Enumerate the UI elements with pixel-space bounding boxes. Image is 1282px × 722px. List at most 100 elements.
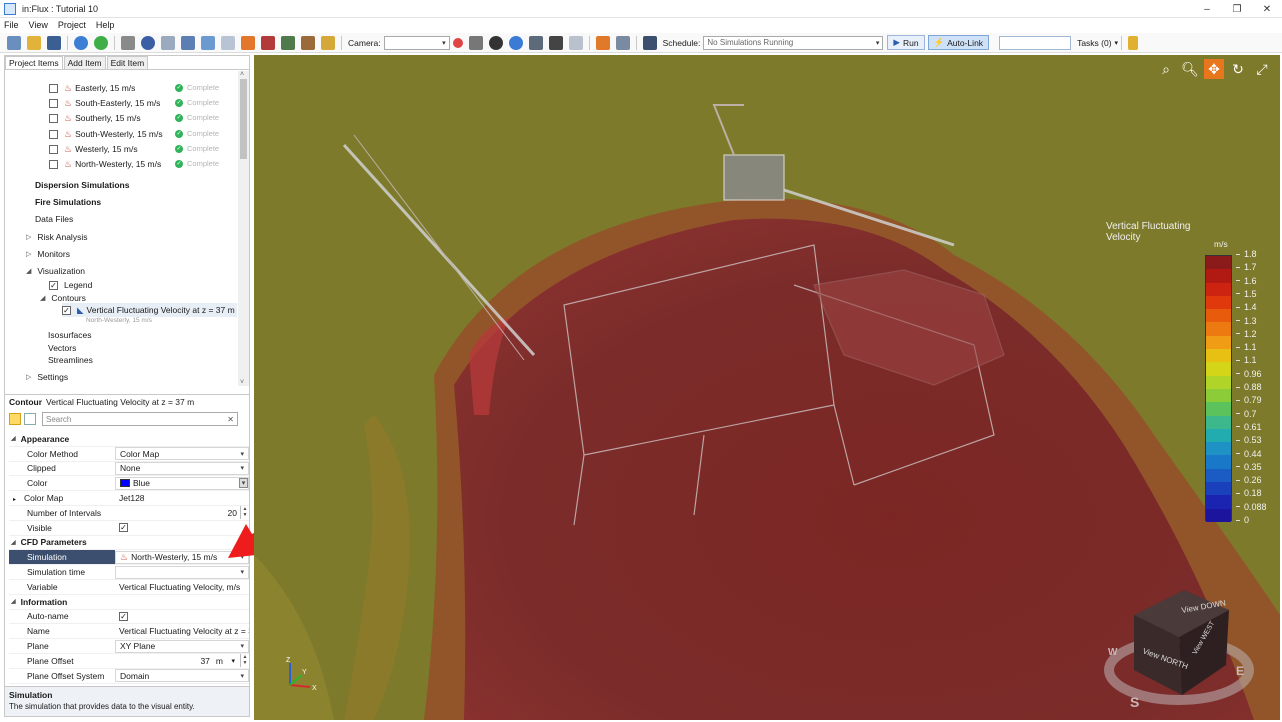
panel-icon[interactable] — [568, 35, 583, 50]
tree-item-data-files[interactable]: Data Files — [35, 212, 73, 226]
autoname-checkbox[interactable]: ✓ — [115, 610, 249, 623]
checkbox[interactable]: ✓ — [62, 305, 71, 315]
chevron-down-icon[interactable]: ▾ — [1115, 39, 1119, 47]
tree-item-simulation[interactable]: ♨ Westerly, 15 m/s — [49, 142, 138, 156]
legend-color-segment — [1206, 362, 1231, 376]
3d-viewport[interactable]: ⌕ 🔍︎ ✥ ↻ ⤢ Vertical Fluctuating Velocity… — [254, 55, 1280, 720]
pan-icon[interactable]: ✥ — [1204, 59, 1224, 79]
alphabetical-view-icon[interactable] — [24, 413, 36, 425]
tree-item-fire[interactable]: Fire Simulations — [35, 195, 101, 209]
shape-icon[interactable] — [221, 35, 235, 50]
restore-button[interactable]: ❐ — [1222, 0, 1252, 18]
tree-scrollbar[interactable]: ˄ ˅ — [238, 71, 249, 386]
checkbox[interactable] — [49, 129, 58, 139]
link-icon[interactable] — [595, 35, 610, 50]
plane-select[interactable]: XY Plane ▾ — [115, 639, 249, 653]
name-field[interactable]: Vertical Fluctuating Velocity at z = 37 — [115, 625, 249, 638]
geometry-icon[interactable] — [121, 35, 135, 50]
line-icon[interactable] — [161, 35, 175, 50]
fire-icon[interactable] — [241, 35, 255, 50]
camera-select[interactable]: ▾ — [383, 35, 450, 50]
minimize-button[interactable]: – — [1192, 0, 1222, 18]
globe-icon[interactable] — [141, 35, 155, 50]
categorized-view-icon[interactable] — [9, 413, 21, 425]
scroll-down-icon[interactable]: ˅ — [240, 379, 244, 386]
new-project-icon[interactable] — [7, 35, 21, 50]
category-appearance[interactable]: ◢ Appearance — [9, 432, 249, 447]
tree-item-visualization[interactable]: ◢ Visualization — [26, 264, 85, 278]
search-input[interactable]: Search ✕ — [42, 412, 238, 426]
legend-color-segment — [1206, 442, 1231, 456]
checkbox[interactable] — [49, 98, 58, 108]
add-icon[interactable] — [94, 35, 108, 50]
checkbox[interactable] — [49, 144, 58, 154]
orbit-icon[interactable] — [488, 35, 503, 50]
info-icon[interactable] — [74, 35, 88, 50]
data-icon[interactable] — [281, 35, 295, 50]
pencil-icon[interactable] — [1128, 35, 1139, 50]
legend-tick-label: 0.96 — [1236, 369, 1262, 379]
tree-item-simulation[interactable]: ♨ South-Westerly, 15 m/s — [49, 127, 163, 141]
legend-tick-label: 1.1 — [1236, 342, 1257, 352]
auto-link-button[interactable]: ⚡ Auto-Link — [927, 35, 990, 50]
tree-item-legend[interactable]: ✓ Legend — [49, 278, 92, 292]
grid-icon[interactable] — [528, 35, 543, 50]
monitor-icon[interactable] — [181, 35, 195, 50]
menu-view[interactable]: View — [29, 20, 48, 30]
status-badge: ✓ Complete — [175, 129, 220, 138]
tree-item-isosurfaces[interactable]: Isosurfaces — [48, 328, 91, 342]
zoom-icon[interactable]: 🔍︎ — [1180, 59, 1200, 79]
tab-edit-item[interactable]: Edit Item — [106, 56, 149, 69]
menu-file[interactable]: File — [4, 20, 19, 30]
tree-item-simulation[interactable]: ♨ North-Westerly, 15 m/s — [49, 157, 161, 171]
menu-help[interactable]: Help — [96, 20, 115, 30]
tree-item-dispersion[interactable]: Dispersion Simulations — [35, 178, 129, 192]
tree-item-simulation[interactable]: ♨ Easterly, 15 m/s — [49, 81, 135, 95]
view-cube[interactable]: View DOWN View NORTH View WEST S E W — [1104, 565, 1254, 715]
cloud-icon[interactable] — [201, 35, 215, 50]
open-folder-icon[interactable] — [27, 35, 41, 50]
tree-item-risk[interactable]: ▷ Risk Analysis — [26, 230, 87, 244]
tab-add-item[interactable]: Add Item — [63, 56, 106, 69]
zoom-extents-icon[interactable]: ⌕ — [1156, 59, 1176, 79]
legend-unit: m/s — [1214, 239, 1228, 249]
properties-search-row: Search ✕ — [9, 411, 249, 427]
report-icon[interactable] — [301, 35, 315, 50]
rotate-icon[interactable]: ↻ — [1228, 59, 1248, 79]
tab-project-items[interactable]: Project Items — [5, 56, 63, 69]
tree-item-streamlines[interactable]: Streamlines — [48, 353, 93, 367]
clipped-select[interactable]: None ▾ — [115, 461, 249, 475]
tree-item-simulation[interactable]: ♨ Southerly, 15 m/s — [49, 111, 141, 125]
explosion-icon[interactable] — [261, 35, 275, 50]
checkbox[interactable]: ✓ — [49, 280, 58, 290]
scroll-up-icon[interactable]: ˄ — [240, 71, 244, 78]
tree-item-monitors[interactable]: ▷ Monitors — [26, 247, 70, 261]
close-button[interactable]: ✕ — [1252, 0, 1282, 18]
clear-icon[interactable]: ✕ — [227, 415, 234, 424]
tree-item-simulation[interactable]: ♨ South-Easterly, 15 m/s — [49, 96, 160, 110]
tasks-button[interactable]: Tasks (0) — [1077, 38, 1111, 48]
schedule-select[interactable]: No Simulations Running ▾ — [703, 35, 884, 50]
run-button[interactable]: ▶ Run — [887, 35, 925, 50]
target-icon[interactable] — [508, 35, 523, 50]
camera-icon[interactable] — [468, 35, 483, 50]
fullscreen-icon[interactable]: ⤢ — [1252, 59, 1272, 79]
tree-item-contour-selected[interactable]: ✓ ◣ Vertical Fluctuating Velocity at z = 3… — [62, 303, 237, 317]
pointer-icon[interactable] — [615, 35, 630, 50]
checkbox[interactable] — [49, 159, 58, 169]
color-method-select[interactable]: Color Map ▾ — [115, 447, 249, 461]
scroll-thumb[interactable] — [240, 79, 247, 159]
checkbox[interactable] — [49, 83, 58, 93]
delete-camera-icon[interactable] — [452, 37, 463, 48]
category-information[interactable]: ◢ Information — [9, 595, 249, 610]
plane-offset-system-select[interactable]: Domain ▾ — [115, 669, 249, 683]
table-icon[interactable] — [548, 35, 563, 50]
play-icon: ▶ — [893, 37, 900, 47]
category-cfd[interactable]: ◢ CFD Parameters — [9, 536, 249, 551]
settings-icon[interactable] — [321, 35, 335, 50]
menu-project[interactable]: Project — [58, 20, 86, 30]
save-icon[interactable] — [47, 35, 61, 50]
tree-item-settings[interactable]: ▷ Settings — [26, 370, 68, 384]
checkbox[interactable] — [49, 113, 58, 123]
plane-offset-field[interactable]: 37 m ▾ ▲ ▼ — [115, 654, 249, 668]
